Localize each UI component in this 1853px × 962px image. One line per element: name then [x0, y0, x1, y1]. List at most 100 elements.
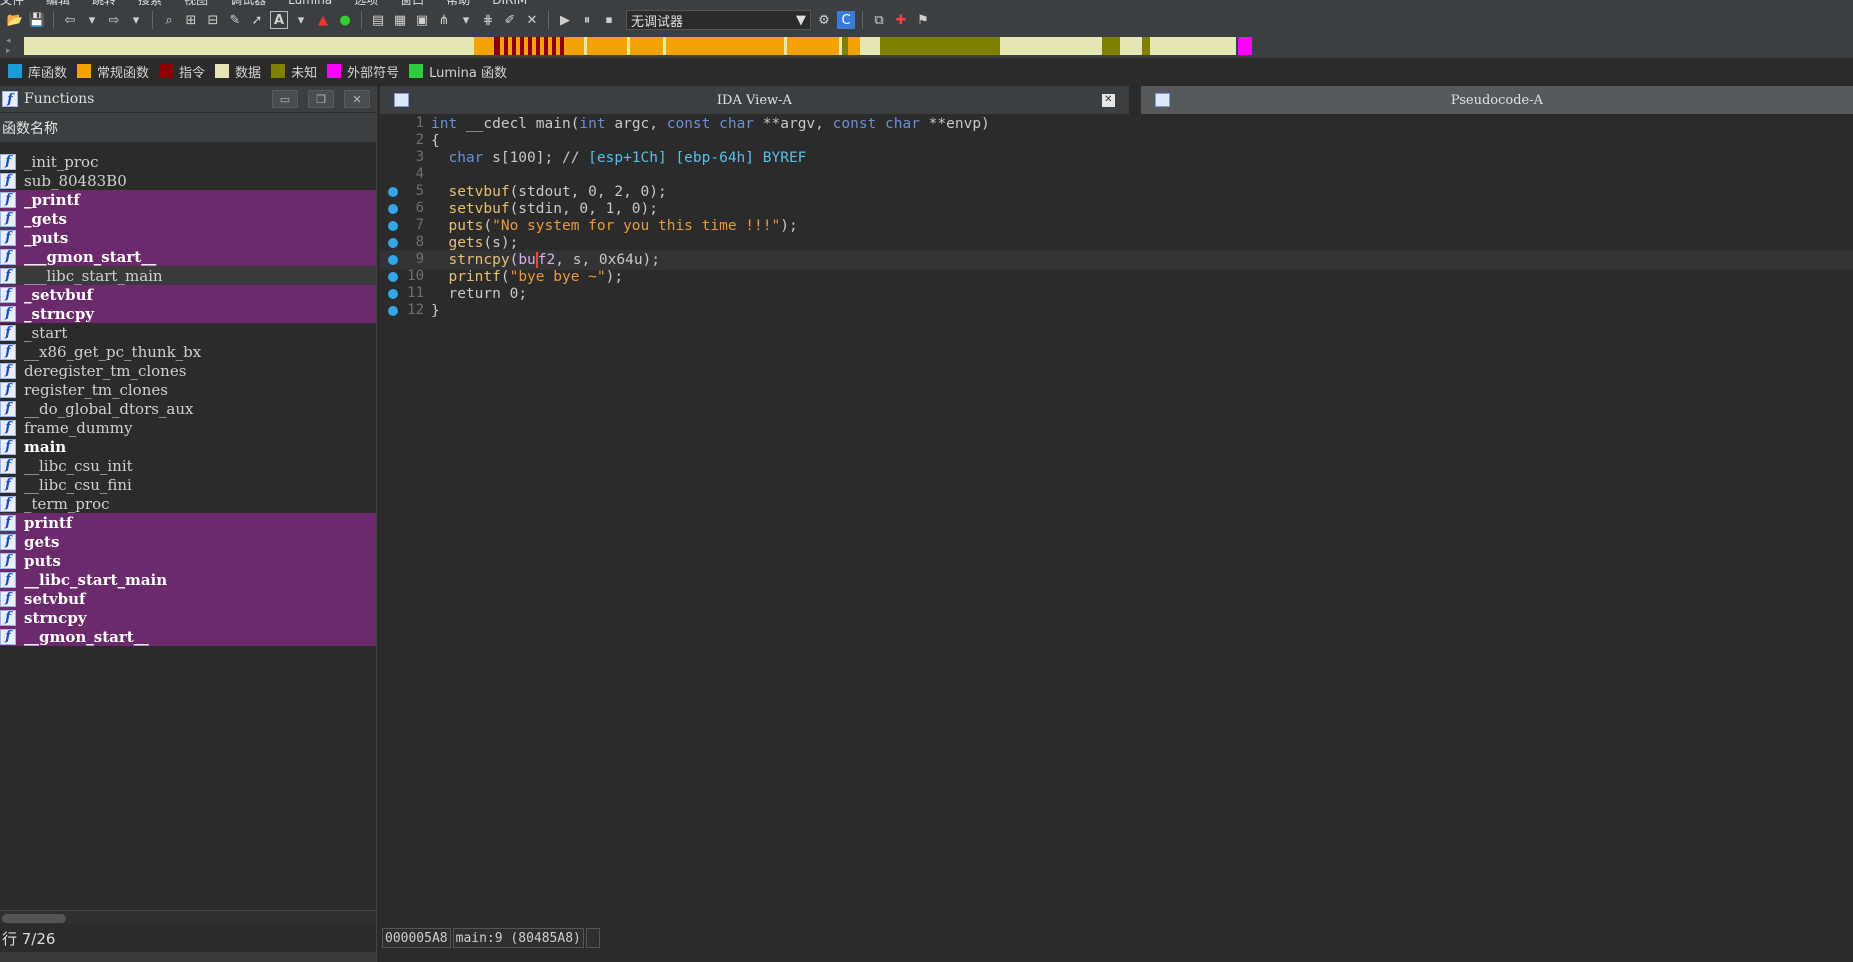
nav-segment [564, 37, 584, 55]
editor-status-bar: 000005A8 main:9 (80485A8) [382, 928, 602, 948]
close-x-icon[interactable]: ✕ [523, 11, 541, 29]
breakpoint-dot-icon[interactable] [388, 187, 398, 197]
code-line[interactable]: } [380, 301, 1853, 321]
function-row[interactable]: f puts [0, 551, 376, 570]
nav-arrows-icon[interactable]: ◂ ▸ [6, 36, 11, 56]
line-number: 6 [415, 200, 424, 216]
function-row[interactable]: f setvbuf [0, 589, 376, 608]
breakpoint-dot-icon[interactable] [388, 221, 398, 231]
function-row[interactable]: f gets [0, 532, 376, 551]
tab-pseudocode-a[interactable]: Pseudocode-A [1140, 86, 1853, 114]
function-icon: f [0, 533, 16, 550]
save-icon[interactable]: 💾 [28, 11, 46, 29]
warning-icon[interactable]: ▲ [314, 11, 332, 29]
function-row[interactable]: f deregister_tm_clones [0, 361, 376, 380]
breakpoint-dot-icon[interactable] [388, 255, 398, 265]
binary-search-icon[interactable]: ⊞ [182, 11, 200, 29]
run-icon[interactable]: ▶ [556, 11, 574, 29]
function-row[interactable]: f __libc_csu_fini [0, 475, 376, 494]
back-arrow-icon[interactable]: ⇦ [61, 11, 79, 29]
pause-icon[interactable]: ⏸ [578, 11, 596, 29]
tab-ida-view-a[interactable]: IDA View-A ✕ [380, 86, 1129, 114]
breakpoint-dot-icon[interactable] [388, 306, 398, 316]
text-search-icon[interactable]: ⌕ [160, 11, 178, 29]
function-row[interactable]: f _puts [0, 228, 376, 247]
close-tab-icon[interactable]: ✕ [1101, 94, 1115, 107]
graph-icon[interactable]: ⋔ [435, 11, 453, 29]
function-row[interactable]: f _term_proc [0, 494, 376, 513]
legend-item: 数据 [215, 62, 261, 81]
nav-segment [587, 37, 627, 55]
function-row[interactable]: f _gets [0, 209, 376, 228]
breakpoint-icon[interactable]: ✚ [892, 11, 910, 29]
back-dropdown-icon[interactable]: ▾ [83, 11, 101, 29]
dropdown-icon[interactable]: ▾ [292, 11, 310, 29]
enum-icon[interactable]: ▦ [391, 11, 409, 29]
function-name-column-header[interactable]: 函数名称 [0, 112, 376, 142]
function-row[interactable]: f ___libc_start_main [0, 266, 376, 285]
function-icon: f [0, 324, 16, 341]
immediate-search-icon[interactable]: ⊟ [204, 11, 222, 29]
edit-icon[interactable]: ✐ [501, 11, 519, 29]
line-number: 7 [415, 217, 424, 233]
legend-item: 常规函数 [77, 62, 149, 81]
function-row[interactable]: f __gmon_start__ [0, 627, 376, 646]
jump-icon[interactable]: ➚ [248, 11, 266, 29]
flow-icon[interactable]: ⋕ [479, 11, 497, 29]
patch-icon[interactable]: ✎ [226, 11, 244, 29]
breakpoint-dot-icon[interactable] [388, 289, 398, 299]
function-row[interactable]: f _init_proc [0, 152, 376, 171]
function-row[interactable]: f __libc_start_main [0, 570, 376, 589]
function-row[interactable]: f register_tm_clones [0, 380, 376, 399]
breakpoint-dot-icon[interactable] [388, 272, 398, 282]
navigation-track[interactable] [24, 37, 1853, 55]
function-row[interactable]: f __do_global_dtors_aux [0, 399, 376, 418]
forward-dropdown-icon[interactable]: ▾ [127, 11, 145, 29]
function-row[interactable]: f frame_dummy [0, 418, 376, 437]
breakpoint-dot-icon[interactable] [388, 204, 398, 214]
struct-icon[interactable]: ▤ [369, 11, 387, 29]
scrollbar-thumb[interactable] [2, 914, 66, 923]
function-row[interactable]: f strncpy [0, 608, 376, 627]
code-text: printf("bye bye ~"); [448, 269, 624, 285]
function-row[interactable]: f sub_80483B0 [0, 171, 376, 190]
horizontal-scrollbar[interactable] [0, 910, 376, 924]
function-row[interactable]: f _start [0, 323, 376, 342]
flag-icon[interactable]: ⚑ [914, 11, 932, 29]
function-name: strncpy [24, 608, 87, 627]
function-row[interactable]: f _printf [0, 190, 376, 209]
function-row[interactable]: f __libc_csu_init [0, 456, 376, 475]
forward-arrow-icon[interactable]: ⇨ [105, 11, 123, 29]
float-button[interactable]: ❐ [308, 90, 334, 108]
debugger-options-icon[interactable]: ⚙ [815, 11, 833, 29]
pseudocode-icon[interactable]: C [837, 11, 855, 29]
function-row[interactable]: f ___gmon_start__ [0, 247, 376, 266]
pseudocode-editor[interactable]: int __cdecl main(int argc, const char **… [380, 114, 1853, 926]
nav-segment [1102, 37, 1120, 55]
plugin-icon[interactable]: ⧉ [870, 11, 888, 29]
functions-panel-title-bar: f Functions ▭ ❐ ✕ [0, 86, 376, 112]
open-folder-icon[interactable]: 📂 [6, 11, 24, 29]
function-icon: f [0, 305, 16, 322]
function-row[interactable]: f _setvbuf [0, 285, 376, 304]
address-field: 000005A8 [382, 928, 451, 948]
disassembly-icon [394, 93, 409, 107]
function-row[interactable]: f _strncpy [0, 304, 376, 323]
function-name: ___gmon_start__ [24, 247, 157, 266]
stop-icon[interactable]: ⏹ [600, 11, 618, 29]
function-icon: f [0, 267, 16, 284]
green-dot-icon[interactable]: ● [336, 11, 354, 29]
legend-label: 指令 [179, 65, 206, 81]
dropdown-icon[interactable]: ▾ [457, 11, 475, 29]
text-icon[interactable]: A [270, 11, 288, 29]
line-number: 4 [415, 166, 424, 182]
minimize-button[interactable]: ▭ [272, 90, 298, 108]
close-button[interactable]: ✕ [344, 90, 370, 108]
function-row[interactable]: f printf [0, 513, 376, 532]
function-row[interactable]: f main [0, 437, 376, 456]
debugger-select[interactable]: 无调试器 ▼ [626, 10, 811, 30]
nav-segment [1142, 37, 1150, 55]
breakpoint-dot-icon[interactable] [388, 238, 398, 248]
function-row[interactable]: f __x86_get_pc_thunk_bx [0, 342, 376, 361]
segment-icon[interactable]: ▣ [413, 11, 431, 29]
